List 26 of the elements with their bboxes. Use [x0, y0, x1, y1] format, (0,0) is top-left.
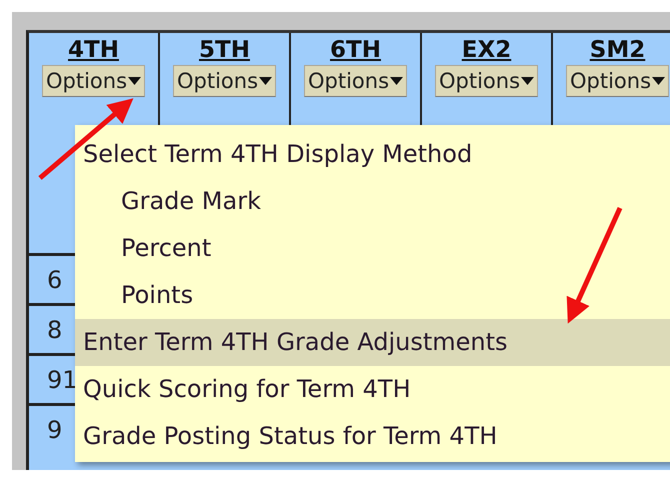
term-link[interactable]: SM2 [590, 37, 646, 65]
menu-item[interactable]: Grade Posting Status for Term 4TH [75, 413, 670, 460]
options-button[interactable]: Options [566, 64, 670, 97]
caret-icon [521, 76, 534, 85]
menu-item[interactable]: Select Term 4TH Display Method [75, 131, 670, 178]
options-button[interactable]: Options [42, 64, 146, 97]
caret-icon [259, 76, 272, 85]
term-link[interactable]: 5TH [199, 37, 250, 65]
options-button[interactable]: Options [172, 64, 276, 97]
grade-value: 9 [47, 414, 62, 446]
grade-value: 8 [47, 314, 62, 346]
menu-item[interactable]: Enter Term 4TH Grade Adjustments [75, 319, 670, 366]
options-button[interactable]: Options [434, 64, 538, 97]
menu-item[interactable]: Quick Scoring for Term 4TH [75, 366, 670, 413]
caret-icon [128, 76, 142, 85]
grade-value: 6 [47, 264, 62, 296]
term-link[interactable]: EX2 [462, 37, 512, 65]
menu-item[interactable]: Percent [75, 225, 670, 272]
menu-item[interactable]: Grade Mark [75, 178, 670, 225]
term-link[interactable]: 6TH [330, 37, 381, 65]
options-button[interactable]: Options [304, 64, 408, 97]
caret-icon [390, 76, 404, 85]
grade-value: 91 [47, 364, 78, 396]
term-link[interactable]: 4TH [68, 37, 119, 65]
menu-item[interactable]: Points [75, 272, 670, 319]
caret-icon [652, 76, 666, 85]
